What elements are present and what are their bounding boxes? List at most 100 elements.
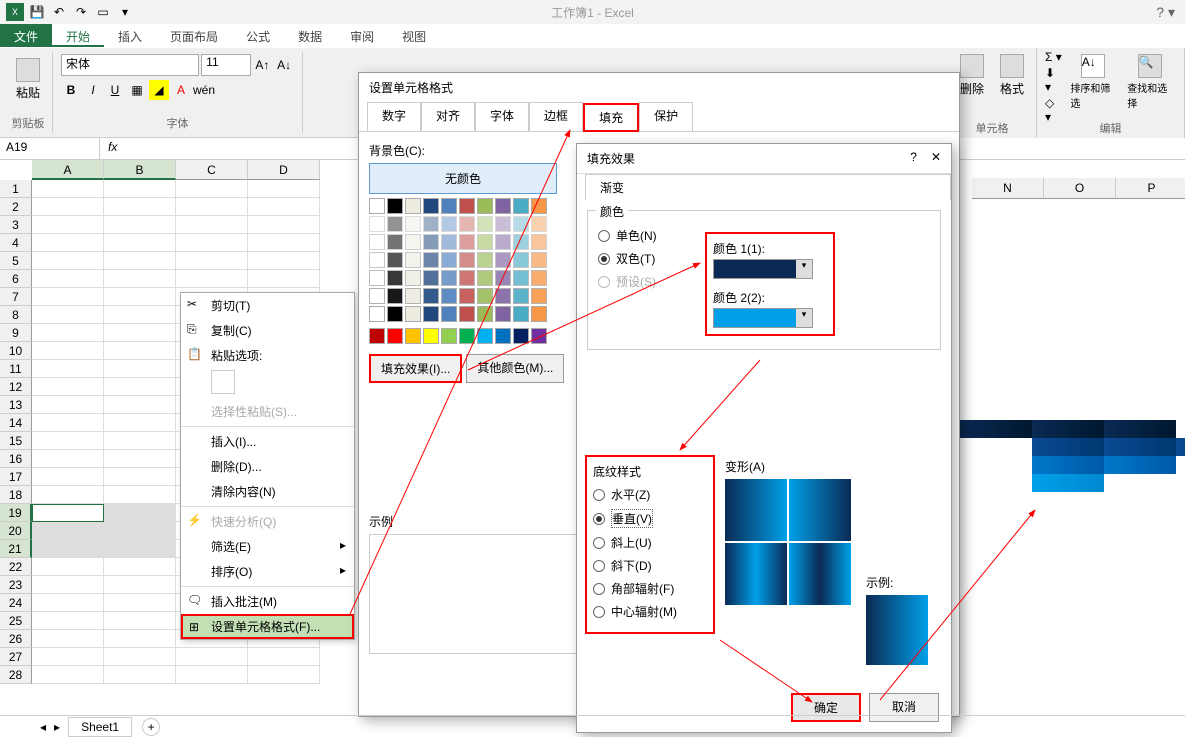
autosum-icon[interactable]: Σ ▾ <box>1045 50 1062 64</box>
row-header[interactable]: 6 <box>0 270 32 288</box>
col-A[interactable]: A <box>32 160 104 180</box>
cell[interactable] <box>248 180 320 198</box>
color-swatch[interactable] <box>477 328 493 344</box>
row-header[interactable]: 25 <box>0 612 32 630</box>
color-swatch[interactable] <box>405 216 421 232</box>
border-button[interactable]: ▦ <box>127 80 147 100</box>
cell[interactable] <box>104 630 176 648</box>
row-header[interactable]: 14 <box>0 414 32 432</box>
col-P[interactable]: P <box>1116 178 1185 199</box>
cell[interactable] <box>104 450 176 468</box>
shrink-font-icon[interactable]: A↓ <box>274 55 294 75</box>
color-swatch[interactable] <box>495 288 511 304</box>
row-header[interactable]: 17 <box>0 468 32 486</box>
cell[interactable] <box>104 342 176 360</box>
cell[interactable] <box>248 270 320 288</box>
cell[interactable] <box>32 324 104 342</box>
cell[interactable] <box>32 648 104 666</box>
color-swatch[interactable] <box>495 234 511 250</box>
cell[interactable] <box>248 666 320 684</box>
cell[interactable] <box>176 270 248 288</box>
variant-4[interactable] <box>789 543 851 605</box>
menu-cut[interactable]: ✂剪切(T) <box>181 293 354 318</box>
color-swatch[interactable] <box>513 216 529 232</box>
color-swatch[interactable] <box>369 328 385 344</box>
cell[interactable] <box>32 198 104 216</box>
other-colors-button[interactable]: 其他颜色(M)... <box>466 354 564 383</box>
color-swatch[interactable] <box>513 288 529 304</box>
color-swatch[interactable] <box>441 328 457 344</box>
color2-picker[interactable]: ▾ <box>713 308 813 328</box>
radio-corner[interactable]: 角部辐射(F) <box>593 580 707 597</box>
format-button[interactable]: 格式 <box>996 50 1028 101</box>
row-header[interactable]: 9 <box>0 324 32 342</box>
color-swatch[interactable] <box>405 306 421 322</box>
underline-button[interactable]: U <box>105 80 125 100</box>
tab-file[interactable]: 文件 <box>0 24 52 47</box>
cell[interactable] <box>104 324 176 342</box>
row-header[interactable]: 10 <box>0 342 32 360</box>
tab-layout[interactable]: 页面布局 <box>156 24 232 47</box>
cell[interactable] <box>32 216 104 234</box>
color-swatch[interactable] <box>441 288 457 304</box>
cell[interactable] <box>104 216 176 234</box>
color-swatch[interactable] <box>405 328 421 344</box>
fill-color-button[interactable]: ◢ <box>149 80 169 100</box>
cell[interactable] <box>32 342 104 360</box>
color-swatch[interactable] <box>495 270 511 286</box>
tab-formulas[interactable]: 公式 <box>232 24 284 47</box>
delete-button[interactable]: 删除 <box>956 50 988 101</box>
dlg2-tab-gradient[interactable]: 渐变 <box>585 174 951 200</box>
cell[interactable] <box>32 288 104 306</box>
cell[interactable] <box>248 234 320 252</box>
cell[interactable] <box>104 378 176 396</box>
cell[interactable] <box>176 180 248 198</box>
row-header[interactable]: 4 <box>0 234 32 252</box>
prev-sheet-icon[interactable]: ◂ <box>40 720 46 734</box>
cell[interactable] <box>32 414 104 432</box>
color-swatch[interactable] <box>369 198 385 214</box>
cell[interactable] <box>32 180 104 198</box>
paste-button[interactable]: 粘贴 <box>12 54 44 105</box>
radio-horizontal[interactable]: 水平(Z) <box>593 486 707 503</box>
color-swatch[interactable] <box>387 234 403 250</box>
dlg-tab-border[interactable]: 边框 <box>529 102 583 131</box>
add-sheet-button[interactable]: + <box>142 718 160 736</box>
cell[interactable] <box>32 486 104 504</box>
row-header[interactable]: 15 <box>0 432 32 450</box>
italic-button[interactable]: I <box>83 80 103 100</box>
color-swatch[interactable] <box>405 288 421 304</box>
cell[interactable] <box>32 360 104 378</box>
cell[interactable] <box>104 666 176 684</box>
next-sheet-icon[interactable]: ▸ <box>54 720 60 734</box>
save-icon[interactable]: 💾 <box>28 3 46 21</box>
cell[interactable] <box>32 468 104 486</box>
variant-1[interactable] <box>725 479 787 541</box>
cell[interactable] <box>104 468 176 486</box>
color-swatch[interactable] <box>459 198 475 214</box>
color-swatch[interactable] <box>531 198 547 214</box>
color-swatch[interactable] <box>369 306 385 322</box>
row-header[interactable]: 27 <box>0 648 32 666</box>
dlg-tab-number[interactable]: 数字 <box>367 102 421 131</box>
name-box[interactable]: A19 <box>0 138 100 159</box>
color-swatch[interactable] <box>423 216 439 232</box>
dlg-tab-font[interactable]: 字体 <box>475 102 529 131</box>
menu-delete[interactable]: 删除(D)... <box>181 454 354 479</box>
cell[interactable] <box>32 504 104 522</box>
color-swatch[interactable] <box>477 198 493 214</box>
row-header[interactable]: 28 <box>0 666 32 684</box>
color-swatch[interactable] <box>387 306 403 322</box>
cell[interactable] <box>104 306 176 324</box>
cell[interactable] <box>104 234 176 252</box>
cell[interactable] <box>32 576 104 594</box>
color-swatch[interactable] <box>423 288 439 304</box>
cell[interactable] <box>104 612 176 630</box>
cell[interactable] <box>248 648 320 666</box>
color-swatch[interactable] <box>459 234 475 250</box>
color-swatch[interactable] <box>369 234 385 250</box>
tab-home[interactable]: 开始 <box>52 24 104 47</box>
cell[interactable] <box>176 648 248 666</box>
color-swatch[interactable] <box>477 216 493 232</box>
cell[interactable] <box>104 252 176 270</box>
